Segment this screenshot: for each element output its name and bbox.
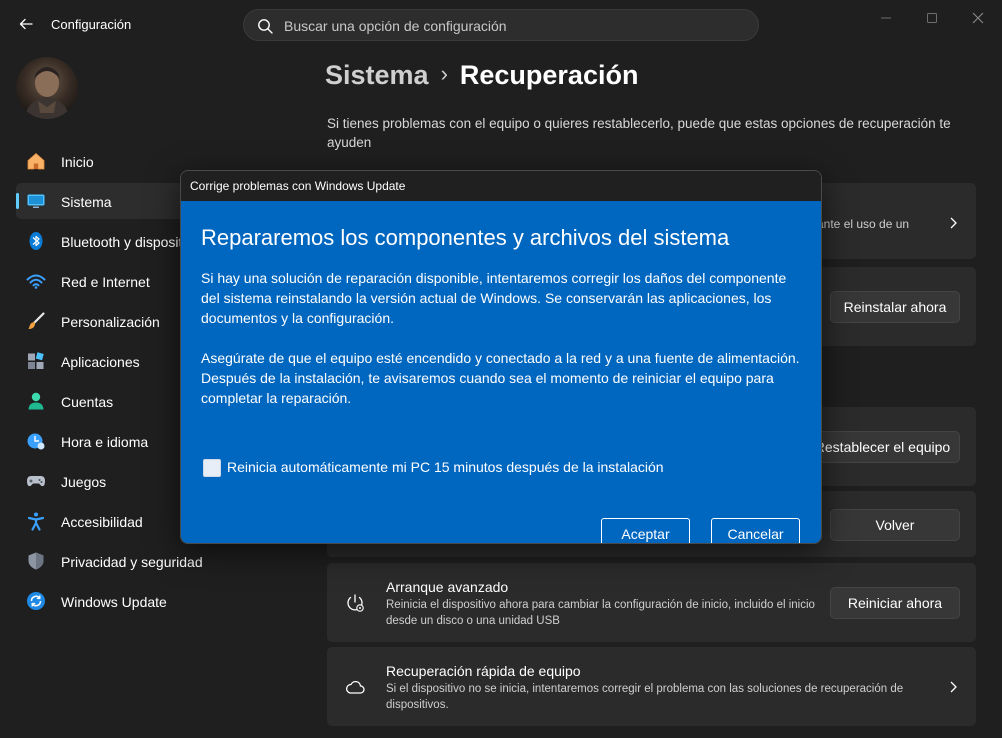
advanced-startup-card: Arranque avanzado Reinicia el dispositiv… xyxy=(327,563,976,642)
go-back-button[interactable]: Volver xyxy=(830,509,960,541)
windows-update-fix-dialog: Corrige problemas con Windows Update Rep… xyxy=(180,170,822,544)
search-box[interactable] xyxy=(243,9,759,41)
dialog-title: Corrige problemas con Windows Update xyxy=(190,179,406,193)
sidebar-item-label: Red e Internet xyxy=(61,274,150,290)
account-icon xyxy=(28,392,44,410)
cloud-icon xyxy=(345,680,365,694)
sidebar-item-label: Accesibilidad xyxy=(61,514,143,530)
update-icon xyxy=(27,592,45,610)
auto-restart-checkbox[interactable] xyxy=(203,459,221,477)
sidebar-item-label: Juegos xyxy=(61,474,107,490)
dialog-heading: Repararemos los componentes y archivos d… xyxy=(201,225,730,250)
card-description: Si el dispositivo no se inicia, intentar… xyxy=(386,683,904,711)
home-icon xyxy=(27,152,45,170)
dialog-paragraph: Si hay una solución de reparación dispon… xyxy=(201,270,787,326)
clock-globe-icon xyxy=(27,433,45,450)
advanced-startup-icon xyxy=(347,594,364,612)
avatar[interactable] xyxy=(16,57,78,119)
breadcrumb-chevron-icon: › xyxy=(440,61,448,86)
dialog-title-bar[interactable]: Corrige problemas con Windows Update xyxy=(181,171,821,201)
page-title: Recuperación xyxy=(459,60,639,90)
close-icon xyxy=(972,12,984,24)
search-icon xyxy=(258,19,273,34)
auto-restart-label[interactable]: Reinicia automáticamente mi PC 15 minuto… xyxy=(227,459,664,475)
avatar-image xyxy=(24,67,70,119)
wifi-icon xyxy=(26,274,46,289)
close-button[interactable] xyxy=(961,6,995,30)
cancel-button[interactable]: Cancelar xyxy=(711,518,800,543)
brush-icon xyxy=(28,312,45,329)
chevron-right-icon xyxy=(950,681,957,693)
sidebar-item-label: Privacidad y seguridad xyxy=(61,554,203,570)
sidebar-item-label: Cuentas xyxy=(61,394,114,410)
sidebar-item-label: Aplicaciones xyxy=(61,354,140,370)
breadcrumb: Sistema › Recuperación xyxy=(325,60,638,91)
reset-pc-button[interactable]: Restablecer el equipo xyxy=(805,431,960,463)
minimize-icon xyxy=(881,17,891,19)
apps-icon xyxy=(28,352,44,369)
card-title: Arranque avanzado xyxy=(386,579,509,595)
back-button[interactable] xyxy=(12,10,40,38)
card-desc-partial: ante el uso de un xyxy=(817,217,910,231)
quick-recovery-card[interactable]: Recuperación rápida de equipo Si el disp… xyxy=(327,647,976,726)
card-description: Reinicia el dispositivo ahora para cambi… xyxy=(386,599,815,627)
sidebar-item-privacidad[interactable]: Privacidad y seguridad xyxy=(16,543,306,579)
breadcrumb-parent[interactable]: Sistema xyxy=(325,60,429,90)
maximize-icon xyxy=(927,13,937,23)
monitor-icon xyxy=(27,194,45,208)
page-description: Si tienes problemas con el equipo o quie… xyxy=(327,116,951,150)
minimize-button[interactable] xyxy=(869,6,903,30)
sidebar-item-label: Windows Update xyxy=(61,594,167,610)
search-input[interactable] xyxy=(284,16,724,36)
sidebar-item-label: Sistema xyxy=(61,194,112,210)
title-bar: Configuración xyxy=(0,0,1002,48)
sidebar-item-windows-update[interactable]: Windows Update xyxy=(16,583,306,619)
bluetooth-icon xyxy=(29,232,43,250)
shield-icon xyxy=(28,552,44,570)
sidebar-item-label: Inicio xyxy=(61,154,94,170)
sidebar-item-label: Hora e idioma xyxy=(61,434,149,450)
sidebar-item-label: Personalización xyxy=(61,314,160,330)
reinstall-now-button[interactable]: Reinstalar ahora xyxy=(830,291,960,323)
maximize-button[interactable] xyxy=(915,6,949,30)
accessibility-icon xyxy=(27,512,45,531)
restart-now-button[interactable]: Reiniciar ahora xyxy=(830,587,960,619)
accept-button[interactable]: Aceptar xyxy=(601,518,690,543)
app-title: Configuración xyxy=(51,17,132,32)
dialog-body: Repararemos los componentes y archivos d… xyxy=(181,201,821,543)
chevron-right-icon xyxy=(950,217,957,229)
back-arrow-icon xyxy=(19,18,33,30)
card-title: Recuperación rápida de equipo xyxy=(386,663,581,679)
dialog-paragraph: Asegúrate de que el equipo esté encendid… xyxy=(201,350,800,406)
gamepad-icon xyxy=(27,476,45,487)
